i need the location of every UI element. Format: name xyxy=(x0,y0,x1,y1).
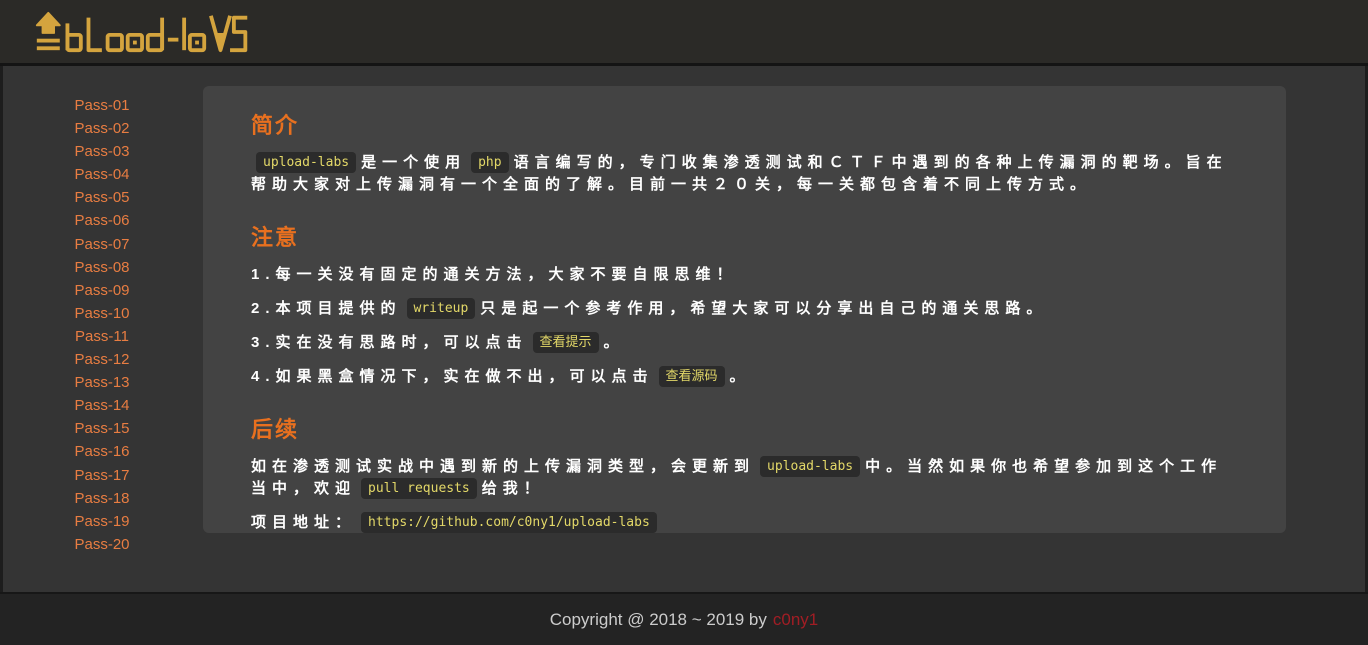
text-run: 给我！ xyxy=(482,480,545,497)
sidebar-link-pass-14[interactable]: Pass-14 xyxy=(74,397,129,414)
sidebar-link-pass-08[interactable]: Pass-08 xyxy=(74,259,129,276)
text-run: 是一个使用 xyxy=(361,154,466,171)
author-link[interactable]: c0ny1 xyxy=(773,610,818,630)
text-run: 如在渗透测试实战中遇到新的上传漏洞类型，会更新到 xyxy=(251,458,755,475)
pass-list: Pass-01 Pass-02 Pass-03 Pass-04 Pass-05 Pass-… xyxy=(3,94,203,556)
sidebar-link-pass-02[interactable]: Pass-02 xyxy=(74,120,129,137)
upload-labs-logo[interactable]: upload-labs xyxy=(30,10,256,54)
section-heading-notice: 注意 xyxy=(251,220,1238,252)
app-header: upload-labs xyxy=(0,0,1368,66)
sidebar-item: Pass-19 xyxy=(47,510,157,533)
paragraph-notice: 2.本项目提供的 writeup只是起一个参考作用，希望大家可以分享出自己的通关思… xyxy=(251,298,1238,320)
sidebar-item: Pass-10 xyxy=(47,302,157,325)
text-run: 。 xyxy=(604,334,625,351)
sidebar-item: Pass-07 xyxy=(47,233,157,256)
sidebar-link-pass-01[interactable]: Pass-01 xyxy=(74,97,129,114)
text-run: 只是起一个参考作用，希望大家可以分享出自己的通关思路。 xyxy=(480,300,1047,317)
sidebar-item: Pass-20 xyxy=(47,533,157,556)
section-heading-followup: 后续 xyxy=(251,412,1238,444)
sidebar-link-pass-15[interactable]: Pass-15 xyxy=(74,420,129,437)
sidebar-item: Pass-16 xyxy=(47,440,157,463)
text-run: 3.实在没有思路时，可以点击 xyxy=(251,334,528,351)
sidebar-link-pass-03[interactable]: Pass-03 xyxy=(74,143,129,160)
sidebar-item: Pass-12 xyxy=(47,348,157,371)
sidebar-item: Pass-04 xyxy=(47,163,157,186)
sidebar-link-pass-20[interactable]: Pass-20 xyxy=(74,536,129,553)
main-area: Pass-01 Pass-02 Pass-03 Pass-04 Pass-05 Pass-… xyxy=(0,66,1368,592)
page-root: upload-labs Pass-01 Pass-02 Pass-03 Pass-04… xyxy=(0,0,1368,645)
copyright-text: Copyright @ 2018 ~ 2019 by xyxy=(550,610,767,630)
sidebar-item: Pass-06 xyxy=(47,209,157,232)
text-run: 4.如果黑盒情况下，实在做不出，可以点击 xyxy=(251,368,654,385)
sidebar-link-pass-07[interactable]: Pass-07 xyxy=(74,236,129,253)
paragraph-notice: 4.如果黑盒情况下，实在做不出，可以点击查看源码。 xyxy=(251,366,1238,388)
sidebar-link-pass-12[interactable]: Pass-12 xyxy=(74,351,129,368)
text-run: 2.本项目提供的 xyxy=(251,300,402,317)
sidebar-item: Pass-14 xyxy=(47,394,157,417)
paragraph-followup: 项目地址： https://github.com/c0ny1/upload-lab… xyxy=(251,512,1238,533)
sidebar-item: Pass-08 xyxy=(47,256,157,279)
section-heading-intro: 简介 xyxy=(251,108,1238,140)
sidebar-item: Pass-09 xyxy=(47,279,157,302)
paragraph-followup: 如在渗透测试实战中遇到新的上传漏洞类型，会更新到upload-labs中。当然如… xyxy=(251,456,1238,500)
sidebar: Pass-01 Pass-02 Pass-03 Pass-04 Pass-05 Pass-… xyxy=(3,66,203,556)
code-badge: writeup xyxy=(407,298,476,319)
sidebar-link-pass-18[interactable]: Pass-18 xyxy=(74,490,129,507)
sidebar-item: Pass-01 xyxy=(47,94,157,117)
sidebar-item: Pass-02 xyxy=(47,117,157,140)
sidebar-item: Pass-03 xyxy=(47,140,157,163)
code-badge: php xyxy=(471,152,508,173)
code-badge: 查看提示 xyxy=(533,332,599,353)
text-run: 。 xyxy=(730,368,751,385)
code-badge: upload-labs xyxy=(760,456,860,477)
content-panel: 简介upload-labs是一个使用php语言编写的，专门收集渗透测试和ＣＴＦ中… xyxy=(203,86,1286,533)
upload-labs-logo-icon xyxy=(30,10,256,54)
sidebar-link-pass-10[interactable]: Pass-10 xyxy=(74,305,129,322)
paragraph-intro: upload-labs是一个使用php语言编写的，专门收集渗透测试和ＣＴＦ中遇到… xyxy=(251,152,1238,196)
code-badge: 查看源码 xyxy=(659,366,725,387)
app-footer: Copyright @ 2018 ~ 2019 by c0ny1 xyxy=(0,592,1368,645)
paragraph-notice: 1.每一关没有固定的通关方法，大家不要自限思维！ xyxy=(251,264,1238,286)
sidebar-link-pass-16[interactable]: Pass-16 xyxy=(74,443,129,460)
code-badge: pull requests xyxy=(361,478,477,499)
sidebar-link-pass-13[interactable]: Pass-13 xyxy=(74,374,129,391)
sidebar-item: Pass-13 xyxy=(47,371,157,394)
sidebar-link-pass-06[interactable]: Pass-06 xyxy=(74,212,129,229)
code-badge: https://github.com/c0ny1/upload-labs xyxy=(361,512,657,533)
sidebar-item: Pass-11 xyxy=(47,325,157,348)
paragraph-notice: 3.实在没有思路时，可以点击查看提示。 xyxy=(251,332,1238,354)
sidebar-item: Pass-15 xyxy=(47,417,157,440)
sidebar-link-pass-19[interactable]: Pass-19 xyxy=(74,513,129,530)
sidebar-link-pass-05[interactable]: Pass-05 xyxy=(74,189,129,206)
sidebar-link-pass-11[interactable]: Pass-11 xyxy=(75,328,129,345)
sidebar-item: Pass-17 xyxy=(47,464,157,487)
sidebar-item: Pass-18 xyxy=(47,487,157,510)
code-badge: upload-labs xyxy=(256,152,356,173)
sidebar-item: Pass-05 xyxy=(47,186,157,209)
text-run: 项目地址： xyxy=(251,514,356,531)
sidebar-link-pass-17[interactable]: Pass-17 xyxy=(74,467,129,484)
text-run: 1.每一关没有固定的通关方法，大家不要自限思维！ xyxy=(251,266,738,283)
sidebar-link-pass-04[interactable]: Pass-04 xyxy=(74,166,129,183)
sidebar-link-pass-09[interactable]: Pass-09 xyxy=(74,282,129,299)
